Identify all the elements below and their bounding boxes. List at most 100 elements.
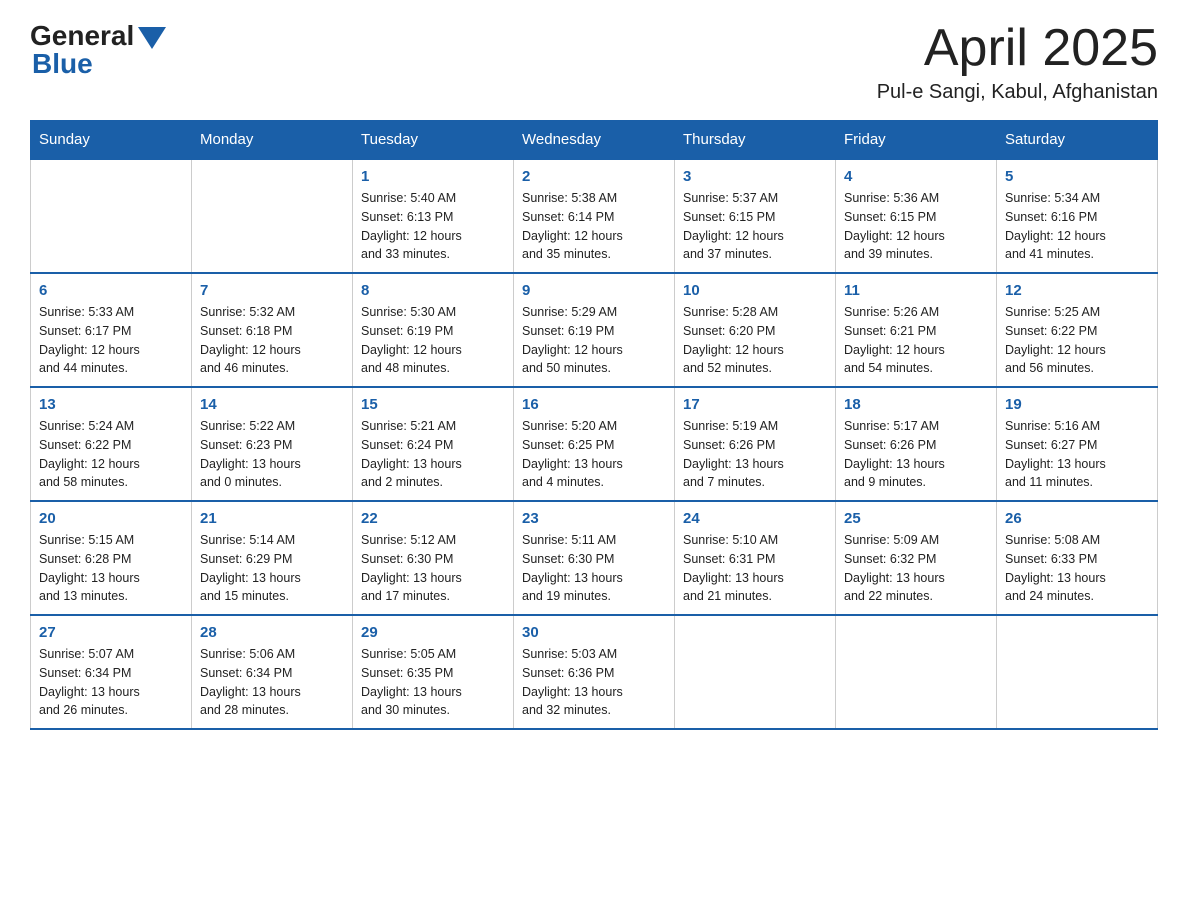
day-info: Sunrise: 5:09 AM Sunset: 6:32 PM Dayligh…: [844, 531, 988, 606]
weekday-header-sunday: Sunday: [31, 121, 192, 160]
calendar-week-row: 27 Sunrise: 5:07 AM Sunset: 6:34 PM Dayli…: [31, 615, 1158, 729]
location-text: Pul-e Sangi, Kabul, Afghanistan: [877, 81, 1158, 104]
month-title: April 2025: [877, 20, 1158, 77]
day-info: Sunrise: 5:14 AM Sunset: 6:29 PM Dayligh…: [200, 531, 344, 606]
day-info: Sunrise: 5:16 AM Sunset: 6:27 PM Dayligh…: [1005, 417, 1149, 492]
calendar-cell: [675, 615, 836, 729]
weekday-header-thursday: Thursday: [675, 121, 836, 160]
day-number: 27: [39, 624, 183, 641]
calendar-cell: 7 Sunrise: 5:32 AM Sunset: 6:18 PM Daylig…: [192, 273, 353, 387]
day-info: Sunrise: 5:40 AM Sunset: 6:13 PM Dayligh…: [361, 189, 505, 264]
logo-blue-text: Blue: [32, 48, 93, 80]
day-number: 9: [522, 282, 666, 299]
calendar-cell: [31, 159, 192, 273]
day-info: Sunrise: 5:25 AM Sunset: 6:22 PM Dayligh…: [1005, 303, 1149, 378]
day-number: 23: [522, 510, 666, 527]
day-number: 18: [844, 396, 988, 413]
calendar-cell: 3 Sunrise: 5:37 AM Sunset: 6:15 PM Daylig…: [675, 159, 836, 273]
day-number: 10: [683, 282, 827, 299]
calendar-cell: 16 Sunrise: 5:20 AM Sunset: 6:25 PM Dayli…: [514, 387, 675, 501]
day-info: Sunrise: 5:06 AM Sunset: 6:34 PM Dayligh…: [200, 645, 344, 720]
calendar-week-row: 6 Sunrise: 5:33 AM Sunset: 6:17 PM Daylig…: [31, 273, 1158, 387]
day-info: Sunrise: 5:05 AM Sunset: 6:35 PM Dayligh…: [361, 645, 505, 720]
calendar-cell: 13 Sunrise: 5:24 AM Sunset: 6:22 PM Dayli…: [31, 387, 192, 501]
calendar-week-row: 1 Sunrise: 5:40 AM Sunset: 6:13 PM Daylig…: [31, 159, 1158, 273]
calendar-cell: 14Sunrise: 5:22 AM Sunset: 6:23 PM Dayli…: [192, 387, 353, 501]
day-info: Sunrise: 5:28 AM Sunset: 6:20 PM Dayligh…: [683, 303, 827, 378]
day-number: 3: [683, 168, 827, 185]
day-number: 20: [39, 510, 183, 527]
calendar-cell: 18Sunrise: 5:17 AM Sunset: 6:26 PM Dayli…: [836, 387, 997, 501]
day-info: Sunrise: 5:37 AM Sunset: 6:15 PM Dayligh…: [683, 189, 827, 264]
day-info: Sunrise: 5:26 AM Sunset: 6:21 PM Dayligh…: [844, 303, 988, 378]
day-info: Sunrise: 5:03 AM Sunset: 6:36 PM Dayligh…: [522, 645, 666, 720]
day-number: 14: [200, 396, 344, 413]
day-info: Sunrise: 5:29 AM Sunset: 6:19 PM Dayligh…: [522, 303, 666, 378]
calendar-cell: 11Sunrise: 5:26 AM Sunset: 6:21 PM Dayli…: [836, 273, 997, 387]
page-header: General Blue April 2025 Pul-e Sangi, Kab…: [30, 20, 1158, 104]
day-info: Sunrise: 5:20 AM Sunset: 6:25 PM Dayligh…: [522, 417, 666, 492]
calendar-cell: 15 Sunrise: 5:21 AM Sunset: 6:24 PM Dayli…: [353, 387, 514, 501]
calendar-cell: 5 Sunrise: 5:34 AM Sunset: 6:16 PM Daylig…: [997, 159, 1158, 273]
day-number: 19: [1005, 396, 1149, 413]
day-info: Sunrise: 5:33 AM Sunset: 6:17 PM Dayligh…: [39, 303, 183, 378]
day-number: 13: [39, 396, 183, 413]
calendar-cell: 30 Sunrise: 5:03 AM Sunset: 6:36 PM Dayli…: [514, 615, 675, 729]
calendar-cell: 1 Sunrise: 5:40 AM Sunset: 6:13 PM Daylig…: [353, 159, 514, 273]
day-number: 15: [361, 396, 505, 413]
title-section: April 2025 Pul-e Sangi, Kabul, Afghanist…: [877, 20, 1158, 104]
day-number: 16: [522, 396, 666, 413]
day-number: 29: [361, 624, 505, 641]
day-info: Sunrise: 5:19 AM Sunset: 6:26 PM Dayligh…: [683, 417, 827, 492]
logo-triangle-icon: [138, 27, 166, 49]
day-info: Sunrise: 5:10 AM Sunset: 6:31 PM Dayligh…: [683, 531, 827, 606]
calendar-cell: [192, 159, 353, 273]
day-number: 1: [361, 168, 505, 185]
day-info: Sunrise: 5:38 AM Sunset: 6:14 PM Dayligh…: [522, 189, 666, 264]
day-number: 7: [200, 282, 344, 299]
day-number: 5: [1005, 168, 1149, 185]
day-info: Sunrise: 5:24 AM Sunset: 6:22 PM Dayligh…: [39, 417, 183, 492]
day-number: 21: [200, 510, 344, 527]
weekday-header-row: SundayMondayTuesdayWednesdayThursdayFrid…: [31, 121, 1158, 160]
day-info: Sunrise: 5:21 AM Sunset: 6:24 PM Dayligh…: [361, 417, 505, 492]
day-info: Sunrise: 5:34 AM Sunset: 6:16 PM Dayligh…: [1005, 189, 1149, 264]
weekday-header-wednesday: Wednesday: [514, 121, 675, 160]
day-info: Sunrise: 5:12 AM Sunset: 6:30 PM Dayligh…: [361, 531, 505, 606]
day-number: 24: [683, 510, 827, 527]
day-info: Sunrise: 5:08 AM Sunset: 6:33 PM Dayligh…: [1005, 531, 1149, 606]
weekday-header-saturday: Saturday: [997, 121, 1158, 160]
calendar-cell: 6 Sunrise: 5:33 AM Sunset: 6:17 PM Daylig…: [31, 273, 192, 387]
day-info: Sunrise: 5:15 AM Sunset: 6:28 PM Dayligh…: [39, 531, 183, 606]
day-number: 6: [39, 282, 183, 299]
calendar-cell: 25 Sunrise: 5:09 AM Sunset: 6:32 PM Dayli…: [836, 501, 997, 615]
calendar-cell: 8 Sunrise: 5:30 AM Sunset: 6:19 PM Daylig…: [353, 273, 514, 387]
day-number: 30: [522, 624, 666, 641]
calendar-cell: 26Sunrise: 5:08 AM Sunset: 6:33 PM Dayli…: [997, 501, 1158, 615]
day-info: Sunrise: 5:32 AM Sunset: 6:18 PM Dayligh…: [200, 303, 344, 378]
day-number: 25: [844, 510, 988, 527]
day-info: Sunrise: 5:11 AM Sunset: 6:30 PM Dayligh…: [522, 531, 666, 606]
calendar-header: SundayMondayTuesdayWednesdayThursdayFrid…: [31, 121, 1158, 160]
calendar-cell: 9 Sunrise: 5:29 AM Sunset: 6:19 PM Daylig…: [514, 273, 675, 387]
calendar-cell: 10 Sunrise: 5:28 AM Sunset: 6:20 PM Dayli…: [675, 273, 836, 387]
day-number: 22: [361, 510, 505, 527]
day-info: Sunrise: 5:30 AM Sunset: 6:19 PM Dayligh…: [361, 303, 505, 378]
calendar-cell: 29 Sunrise: 5:05 AM Sunset: 6:35 PM Dayli…: [353, 615, 514, 729]
weekday-header-tuesday: Tuesday: [353, 121, 514, 160]
logo: General Blue: [30, 20, 166, 80]
calendar-cell: 27 Sunrise: 5:07 AM Sunset: 6:34 PM Dayli…: [31, 615, 192, 729]
day-number: 28: [200, 624, 344, 641]
day-info: Sunrise: 5:36 AM Sunset: 6:15 PM Dayligh…: [844, 189, 988, 264]
day-number: 2: [522, 168, 666, 185]
calendar-cell: [836, 615, 997, 729]
calendar-cell: 4Sunrise: 5:36 AM Sunset: 6:15 PM Daylig…: [836, 159, 997, 273]
day-number: 8: [361, 282, 505, 299]
calendar-cell: 20 Sunrise: 5:15 AM Sunset: 6:28 PM Dayli…: [31, 501, 192, 615]
calendar-table: SundayMondayTuesdayWednesdayThursdayFrid…: [30, 120, 1158, 730]
calendar-cell: 12Sunrise: 5:25 AM Sunset: 6:22 PM Dayli…: [997, 273, 1158, 387]
calendar-week-row: 20 Sunrise: 5:15 AM Sunset: 6:28 PM Dayli…: [31, 501, 1158, 615]
calendar-body: 1 Sunrise: 5:40 AM Sunset: 6:13 PM Daylig…: [31, 159, 1158, 729]
weekday-header-monday: Monday: [192, 121, 353, 160]
day-info: Sunrise: 5:07 AM Sunset: 6:34 PM Dayligh…: [39, 645, 183, 720]
